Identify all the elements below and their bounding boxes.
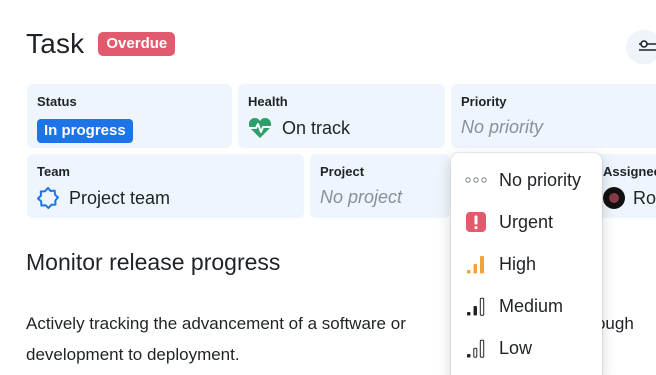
priority-label: Priority <box>461 94 507 109</box>
health-value: On track <box>282 117 351 138</box>
team-badge-icon <box>37 187 59 209</box>
team-field[interactable]: Team Project team <box>27 154 304 218</box>
status-field[interactable]: Status In progress <box>27 84 232 148</box>
dots-icon <box>465 169 487 191</box>
priority-option-no-priority[interactable]: No priority <box>451 160 602 200</box>
project-value: No project <box>320 187 403 207</box>
assignee-value: Ro <box>633 187 656 208</box>
option-label: Low <box>499 337 533 358</box>
signal-high-icon <box>465 253 487 275</box>
team-value: Project team <box>69 187 171 208</box>
priority-option-medium[interactable]: Medium <box>451 286 602 326</box>
priority-option-urgent[interactable]: Urgent <box>451 202 602 242</box>
assignee-field[interactable]: Assignee Ro <box>593 154 656 218</box>
option-label: High <box>499 253 537 274</box>
avatar <box>603 187 625 209</box>
team-label: Team <box>37 164 70 179</box>
signal-medium-icon <box>465 295 487 317</box>
heart-pulse-icon <box>248 118 272 138</box>
assignee-label: Assignee <box>603 164 656 179</box>
status-pill[interactable]: In progress <box>37 119 133 143</box>
project-field[interactable]: Project No project <box>310 154 450 218</box>
priority-field[interactable]: Priority No priority <box>451 84 656 148</box>
priority-option-low[interactable]: Low <box>451 328 602 368</box>
toggle-lines-icon <box>639 40 656 51</box>
description-line1: Actively tracking the advancement of a s… <box>26 314 406 333</box>
priority-menu: No priority Urgent High Medium Low <box>451 153 602 375</box>
status-label: Status <box>37 94 77 109</box>
health-field[interactable]: Health On track <box>238 84 445 148</box>
health-label: Health <box>248 94 288 109</box>
signal-low-icon <box>465 337 487 359</box>
urgent-icon <box>465 211 487 233</box>
option-label: No priority <box>499 169 582 190</box>
priority-option-high[interactable]: High <box>451 244 602 284</box>
option-label: Medium <box>499 295 564 316</box>
option-label: Urgent <box>499 211 554 232</box>
page-title: Task <box>26 28 85 59</box>
overdue-badge: Overdue <box>98 32 176 56</box>
priority-value: No priority <box>461 117 544 137</box>
task-header: Task Overdue <box>26 28 176 60</box>
project-label: Project <box>320 164 365 179</box>
settings-toggle-button[interactable] <box>626 30 656 64</box>
description-title: Monitor release progress <box>26 249 281 275</box>
